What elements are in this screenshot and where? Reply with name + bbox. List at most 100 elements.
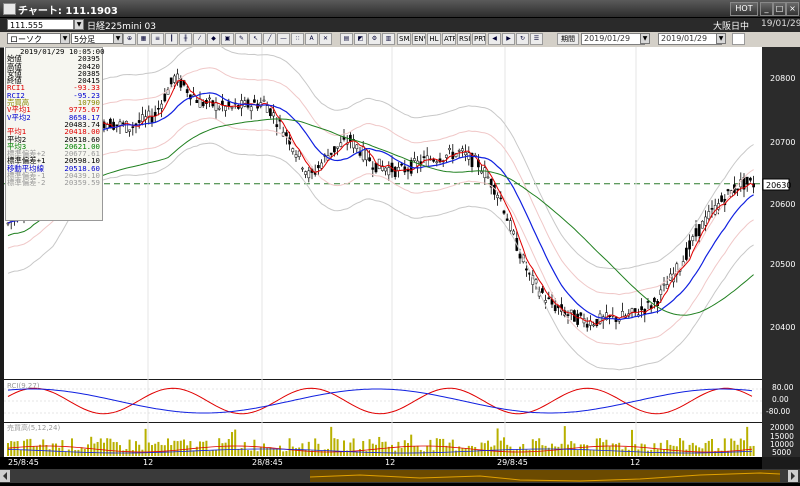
zoom-icon[interactable]: ⊕: [123, 33, 136, 45]
compare-icon[interactable]: ≡: [151, 33, 164, 45]
date-from-input[interactable]: 2019/01/29: [581, 33, 645, 45]
candle-body: [461, 148, 464, 152]
list-icon[interactable]: ☰: [530, 33, 543, 45]
volume-bar: [602, 442, 605, 456]
candle-body: [726, 189, 730, 192]
interval-select[interactable]: 5分足: [71, 33, 117, 44]
volume-bar: [576, 449, 579, 456]
line-icon[interactable]: ⁄: [193, 33, 206, 45]
refresh-icon[interactable]: ↻: [516, 33, 529, 45]
overview-scrollbar[interactable]: [0, 469, 800, 483]
candle-body: [413, 158, 416, 161]
candle-icon[interactable]: ┃: [165, 33, 178, 45]
volume-bar: [426, 445, 429, 456]
auto-update-checkbox[interactable]: [732, 33, 745, 45]
code-dropdown-icon[interactable]: ▼: [74, 19, 84, 30]
candle-body: [525, 268, 528, 271]
trendline-icon[interactable]: ╱: [263, 33, 276, 45]
chart-type-select[interactable]: ローソク: [7, 33, 64, 44]
print-icon[interactable]: ▤: [340, 33, 353, 45]
rci-panel-label: RCI(9,27): [7, 382, 40, 390]
date-to-calendar-icon[interactable]: ▼: [716, 33, 726, 44]
volume-bar: [256, 451, 259, 456]
candle-body: [509, 220, 512, 231]
volume-bar: [211, 449, 214, 456]
chart-type-dropdown-icon[interactable]: ▼: [60, 33, 70, 44]
cursor-icon[interactable]: ↖: [249, 33, 262, 45]
code-input[interactable]: 111.555: [7, 19, 74, 30]
candle-body: [137, 120, 141, 123]
candle-body: [304, 171, 307, 175]
delete-all-icon[interactable]: ✕: [319, 33, 332, 45]
current-price-label: 20630: [766, 181, 791, 190]
volume-bar: [599, 438, 601, 456]
volume-bar: [167, 438, 169, 456]
volume-bar: [343, 440, 345, 456]
volume-bar: [515, 449, 518, 456]
fibo-icon[interactable]: ∷: [291, 33, 304, 45]
candle-body: [720, 195, 723, 202]
volume-bar: [147, 442, 150, 456]
volume-bar: [154, 443, 157, 456]
volume-bar: [307, 441, 310, 456]
date-to-input[interactable]: 2019/01/29: [658, 33, 722, 45]
volume-bar: [199, 441, 201, 456]
hot-button[interactable]: HOT: [730, 2, 758, 16]
candle-body: [185, 89, 189, 93]
prev-icon[interactable]: ◀: [488, 33, 501, 45]
volume-bar: [13, 441, 16, 456]
volume-bar: [19, 449, 22, 456]
volume-bar: [733, 440, 736, 456]
candle-body: [253, 99, 256, 103]
instrument-name: 日経225mini 03: [87, 22, 156, 32]
candle-body: [169, 77, 173, 85]
candle-body: [425, 155, 429, 167]
point-icon[interactable]: ◆: [207, 33, 220, 45]
sma-button[interactable]: SMA: [397, 33, 411, 45]
volume-bar: [608, 446, 611, 456]
volume-bar: [448, 442, 451, 456]
atr-button[interactable]: ATR: [442, 33, 456, 45]
text-icon[interactable]: A: [305, 33, 318, 45]
palette-icon[interactable]: ◩: [354, 33, 367, 45]
volume-bar: [653, 443, 656, 456]
candle-body: [403, 166, 407, 173]
grid-icon[interactable]: ▦: [137, 33, 150, 45]
candle-body: [329, 152, 333, 155]
candle-body: [301, 167, 304, 170]
hline-icon[interactable]: ―: [277, 33, 290, 45]
volume-bar: [567, 444, 569, 456]
volume-bar: [263, 443, 265, 456]
interval-dropdown-icon[interactable]: ▼: [113, 33, 123, 44]
date-from-calendar-icon[interactable]: ▼: [640, 33, 650, 44]
volume-bar: [512, 450, 515, 456]
volume-bar: [538, 438, 541, 456]
volume-bar: [327, 448, 329, 456]
next-icon[interactable]: ▶: [502, 33, 515, 45]
volume-bar: [125, 449, 128, 456]
app-icon: [3, 3, 16, 15]
color-icon[interactable]: ▣: [221, 33, 234, 45]
volume-bar: [535, 440, 537, 456]
env-button[interactable]: ENV: [412, 33, 426, 45]
prt-button[interactable]: PRT: [472, 33, 486, 45]
volume-bar: [87, 444, 89, 456]
candle-body: [269, 108, 272, 117]
minimize-button[interactable]: _: [760, 2, 773, 16]
volume-bar: [432, 450, 435, 456]
volume-bar: [672, 445, 675, 456]
hl-button[interactable]: HL: [427, 33, 441, 45]
close-button[interactable]: ×: [786, 2, 799, 16]
settings-icon[interactable]: ⚙: [368, 33, 381, 45]
draw-icon[interactable]: ✎: [235, 33, 248, 45]
maximize-button[interactable]: □: [773, 2, 786, 16]
rsi-button[interactable]: RSI: [457, 33, 471, 45]
candle-body: [640, 306, 643, 311]
candle-body: [150, 116, 154, 123]
bar-icon[interactable]: ╫: [179, 33, 192, 45]
candle-body: [704, 216, 707, 226]
layout-icon[interactable]: ▥: [382, 33, 395, 45]
rci-tick: 0.00: [772, 395, 789, 404]
volume-bar: [218, 438, 221, 456]
volume-bar: [23, 440, 25, 456]
